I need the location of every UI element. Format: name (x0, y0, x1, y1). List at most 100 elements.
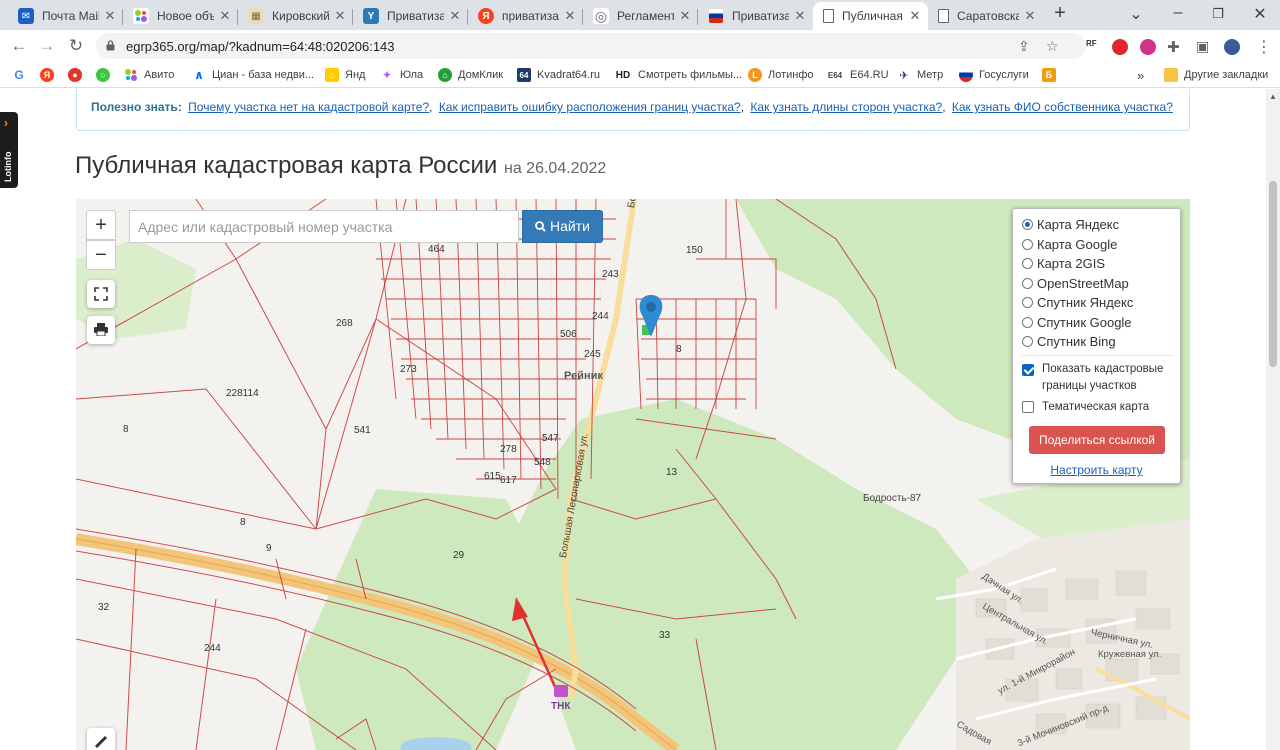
forward-icon[interactable]: → (37, 36, 57, 56)
bookmark-google[interactable]: G (12, 66, 32, 84)
bookmark-label: Kvadrat64.ru (537, 69, 600, 81)
reload-icon[interactable]: ↻ (66, 36, 86, 56)
tab-4[interactable]: Я приватизац ✕ (468, 2, 583, 30)
scroll-thumb[interactable] (1269, 181, 1277, 367)
close-icon[interactable]: ✕ (448, 8, 462, 24)
layer-yandex-map[interactable]: Карта Яндекс (1022, 215, 1119, 233)
url-text[interactable]: egrp365.org/map/?kadnum=64:48:020206:143 (126, 39, 395, 54)
layer-openstreetmap[interactable]: OpenStreetMap (1022, 274, 1129, 292)
lock-icon[interactable] (106, 40, 115, 51)
tab-2[interactable]: ▦ Кировский ✕ (238, 2, 353, 30)
menu-icon[interactable]: ⋮ (1256, 37, 1272, 57)
other-bookmarks[interactable]: Другие закладки (1164, 66, 1268, 84)
tab-0[interactable]: ✉ Почта Mail.r ✕ (8, 2, 123, 30)
yandex-icon: Я (478, 8, 494, 24)
tab-5[interactable]: ◎ Регламент- ✕ (583, 2, 698, 30)
star-icon[interactable]: ☆ (1046, 38, 1059, 55)
bookmark-circle[interactable]: ○ (96, 66, 116, 84)
info-link-missing-parcel[interactable]: Почему участка нет на кадастровой карте? (188, 100, 429, 114)
zoom-out-button[interactable]: − (86, 240, 116, 270)
fullscreen-button[interactable] (87, 280, 115, 308)
configure-map-link[interactable]: Настроить карту (1013, 463, 1180, 477)
layer-google-map[interactable]: Карта Google (1022, 235, 1117, 253)
radio[interactable] (1022, 277, 1033, 289)
ruler-button[interactable] (87, 728, 115, 750)
layer-label: Карта Google (1037, 236, 1118, 252)
bookmark-metr[interactable]: ✈ Метр (897, 66, 943, 84)
bookmark-domclick[interactable]: ⌂ ДомКлик (438, 66, 503, 84)
find-button[interactable]: Найти (522, 210, 603, 243)
close-icon[interactable]: ✕ (793, 8, 807, 24)
lotinfo-widget[interactable]: › Lotinfo (0, 112, 18, 188)
opera-icon[interactable] (1112, 39, 1128, 55)
minimize-icon[interactable]: – (1166, 4, 1190, 22)
place-label: ТНК (551, 701, 571, 712)
radio[interactable] (1022, 257, 1033, 269)
place-label: Рейник (564, 370, 603, 382)
radio[interactable] (1022, 296, 1033, 308)
back-icon[interactable]: ← (9, 36, 29, 56)
close-icon[interactable]: ✕ (908, 8, 922, 24)
thematic-map-checkbox[interactable]: Тематическая карта (1022, 399, 1149, 416)
info-link-side-lengths[interactable]: Как узнать длины сторон участка? (750, 100, 942, 114)
show-borders-checkbox[interactable]: Показать кадастровые границы участков (1022, 361, 1163, 395)
bookmark-maps[interactable]: ● (68, 66, 88, 84)
radio[interactable] (1022, 335, 1033, 347)
zoom-in-button[interactable]: + (86, 210, 116, 240)
bookmark-b[interactable]: Б (1042, 66, 1062, 84)
bookmark-yandex[interactable]: Я (40, 66, 60, 84)
close-icon[interactable]: ✕ (218, 8, 232, 24)
bookmark-yand[interactable]: ⌂ Янд (325, 66, 365, 84)
tab-search-icon[interactable]: ⌄ (1124, 4, 1148, 24)
share-link-button[interactable]: Поделиться ссылкой (1029, 426, 1165, 454)
search-input[interactable] (129, 210, 519, 243)
bookmark-gosuslugi[interactable]: Госуслуги (959, 66, 1029, 84)
cadastral-map[interactable]: 150 268 228114 8 541 273 464 506 244 243… (76, 199, 1190, 750)
rf-extension-icon[interactable]: RF (1086, 39, 1102, 55)
close-icon[interactable]: ✕ (103, 8, 117, 24)
restore-icon[interactable]: ❐ (1206, 6, 1230, 22)
tab-3[interactable]: Y Приватизац ✕ (353, 2, 468, 30)
radio[interactable] (1022, 316, 1033, 328)
bug-extension-icon[interactable] (1140, 39, 1156, 55)
tab-6[interactable]: Приватизац ✕ (698, 2, 813, 30)
close-icon[interactable]: ✕ (563, 8, 577, 24)
hd-icon: HD (614, 68, 632, 82)
bookmark-yula[interactable]: ✦ Юла (380, 66, 423, 84)
layer-yandex-satellite[interactable]: Спутник Яндекс (1022, 293, 1133, 311)
tab-label: приватизац (502, 9, 559, 23)
checkbox[interactable] (1022, 401, 1034, 413)
sidebar-icon[interactable]: ▣ (1196, 38, 1209, 55)
extensions-icon[interactable]: ✚ (1167, 38, 1180, 56)
bookmark-cian[interactable]: ∧ Циан - база недви... (192, 66, 314, 84)
layer-google-satellite[interactable]: Спутник Google (1022, 313, 1132, 331)
radio[interactable] (1022, 238, 1033, 250)
close-icon[interactable]: ✕ (333, 8, 347, 24)
bookmark-kvadrat[interactable]: 64 Kvadrat64.ru (517, 66, 600, 84)
bookmark-films[interactable]: HD Смотреть фильмы... (614, 66, 742, 84)
avatar[interactable] (1224, 39, 1240, 55)
bookmark-lotinfo[interactable]: L Лотинфо (748, 66, 814, 84)
radio-selected[interactable] (1022, 218, 1033, 230)
tab-7[interactable]: Публичная ✕ (813, 2, 928, 30)
page-scrollbar[interactable]: ▲ (1266, 89, 1280, 750)
layer-2gis-map[interactable]: Карта 2GIS (1022, 254, 1105, 272)
layer-bing-satellite[interactable]: Спутник Bing (1022, 332, 1116, 350)
tab-1[interactable]: Новое объя ✕ (123, 2, 238, 30)
more-bookmarks-icon[interactable]: » (1137, 66, 1144, 84)
close-icon[interactable]: ✕ (1023, 8, 1037, 24)
info-link-owner-name[interactable]: Как узнать ФИО собственника участка? (952, 100, 1173, 114)
bookmark-e64[interactable]: E64 E64.RU (826, 66, 889, 84)
tab-8[interactable]: Саратовска ✕ (928, 2, 1043, 30)
bookmark-avito[interactable]: Авито (124, 66, 174, 84)
address-bar[interactable]: egrp365.org/map/?kadnum=64:48:020206:143… (96, 33, 1086, 59)
close-icon[interactable]: ✕ (678, 8, 692, 24)
info-link-fix-borders[interactable]: Как исправить ошибку расположения границ… (439, 100, 741, 114)
new-tab-icon[interactable]: + (1048, 2, 1072, 25)
close-window-icon[interactable]: ✕ (1248, 4, 1272, 24)
scroll-up-icon[interactable]: ▲ (1269, 92, 1277, 101)
share-icon[interactable]: ⇪ (1018, 38, 1030, 55)
thematic-map-label: Тематическая карта (1042, 401, 1150, 413)
checkbox-checked[interactable] (1022, 364, 1034, 376)
print-button[interactable] (87, 316, 115, 344)
